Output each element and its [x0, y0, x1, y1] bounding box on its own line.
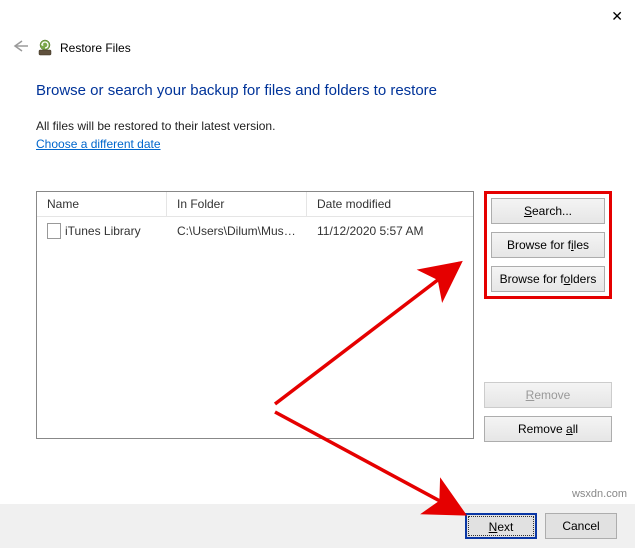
- list-item[interactable]: iTunes Library C:\Users\Dilum\Music... 1…: [37, 217, 473, 245]
- dialog-footer: Next Cancel: [0, 504, 635, 548]
- file-icon: [47, 223, 61, 239]
- col-header-name[interactable]: Name: [37, 192, 167, 216]
- file-folder: C:\Users\Dilum\Music...: [167, 218, 307, 244]
- annotation-highlight-box: Search... Browse for files Browse for fo…: [484, 191, 612, 299]
- browse-folders-button[interactable]: Browse for folders: [491, 266, 605, 292]
- back-icon[interactable]: [10, 38, 30, 57]
- choose-date-link[interactable]: Choose a different date: [36, 137, 161, 151]
- watermark: wsxdn.com: [572, 488, 627, 500]
- cancel-button[interactable]: Cancel: [545, 513, 617, 539]
- restore-app-icon: [36, 39, 54, 57]
- next-button[interactable]: Next: [465, 513, 537, 539]
- close-icon[interactable]: ✕: [611, 8, 623, 25]
- col-header-date[interactable]: Date modified: [307, 192, 473, 216]
- window-header: Restore Files: [10, 38, 131, 57]
- search-button[interactable]: Search...: [491, 198, 605, 224]
- list-header: Name In Folder Date modified: [37, 192, 473, 217]
- col-header-folder[interactable]: In Folder: [167, 192, 307, 216]
- page-subtext: All files will be restored to their late…: [36, 119, 613, 133]
- remove-all-button[interactable]: Remove all: [484, 416, 612, 442]
- remove-button: Remove: [484, 382, 612, 408]
- page-heading: Browse or search your backup for files a…: [36, 82, 613, 99]
- window-title: Restore Files: [60, 41, 131, 55]
- browse-files-button[interactable]: Browse for files: [491, 232, 605, 258]
- file-date: 11/12/2020 5:57 AM: [307, 218, 473, 244]
- file-name: iTunes Library: [65, 224, 141, 238]
- file-list-panel: Name In Folder Date modified iTunes Libr…: [36, 191, 474, 439]
